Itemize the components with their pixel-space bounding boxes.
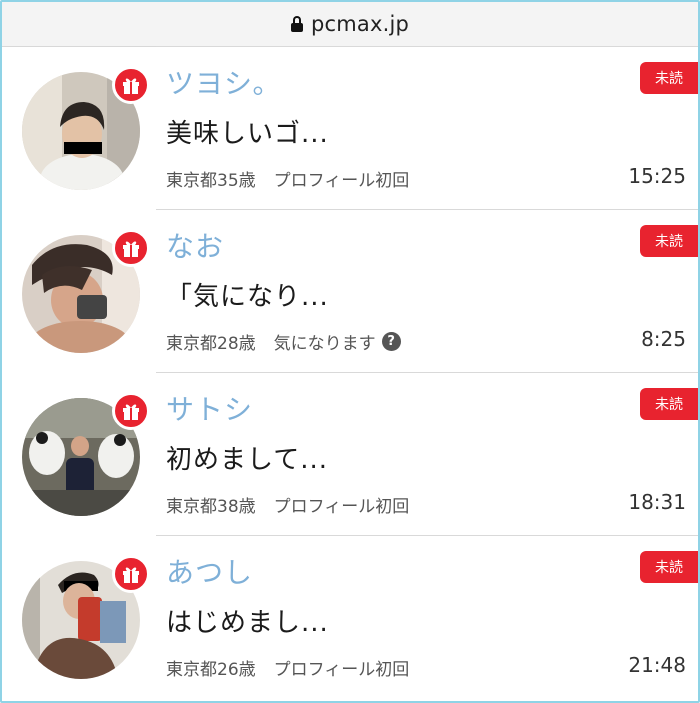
age-label: 26歳 [217, 660, 256, 680]
unread-badge: 未読 [640, 62, 698, 94]
location-label: 東京都 [166, 497, 217, 517]
age-label: 38歳 [217, 497, 256, 517]
gift-icon [112, 555, 150, 593]
note-label: プロフィール初回 [273, 497, 410, 517]
sender-meta: 東京都 38歳 プロフィール初回 [166, 492, 409, 517]
sender-name[interactable]: ツヨシ。 [166, 62, 281, 102]
age-label: 35歳 [217, 171, 256, 191]
message-preview: 美味しいゴ... [166, 119, 329, 149]
note-label: プロフィール初回 [273, 171, 410, 191]
question-circle-icon[interactable]: ? [381, 332, 401, 351]
timestamp: 8:25 [641, 327, 686, 351]
unread-badge: 未読 [640, 551, 698, 583]
message-preview: 初めまして... [166, 445, 329, 475]
gift-icon [112, 66, 150, 104]
row-divider [156, 372, 698, 373]
unread-badge: 未読 [640, 388, 698, 420]
gift-icon [112, 392, 150, 430]
timestamp: 18:31 [628, 490, 686, 514]
note-label: プロフィール初回 [273, 660, 410, 680]
sender-meta: 東京都 35歳 プロフィール初回 [166, 166, 409, 191]
sender-name[interactable]: なお [166, 225, 224, 265]
gift-icon [112, 229, 150, 267]
message-preview: 「気になり... [166, 282, 329, 312]
message-list: ツヨシ。 未読 美味しいゴ... 東京都 35歳 プロフィール初回 15:25 [2, 46, 698, 698]
message-row[interactable]: ツヨシ。 未読 美味しいゴ... 東京都 35歳 プロフィール初回 15:25 [2, 46, 698, 209]
location-label: 東京都 [166, 334, 217, 354]
unread-badge: 未読 [640, 225, 698, 257]
browser-address-bar[interactable]: pcmax.jp [2, 2, 698, 47]
message-row[interactable]: あつし 未読 はじめまし... 東京都 26歳 プロフィール初回 21:48 [2, 535, 698, 698]
location-label: 東京都 [166, 660, 217, 680]
row-divider [156, 46, 698, 47]
app-frame: pcmax.jp ツヨシ。 未読 美味しいゴ... 東京都 35歳 プロフィール… [0, 0, 700, 703]
row-divider [156, 535, 698, 536]
sender-name[interactable]: サトシ [166, 388, 253, 428]
age-label: 28歳 [217, 334, 256, 354]
timestamp: 15:25 [628, 164, 686, 188]
sender-meta: 東京都 26歳 プロフィール初回 [166, 655, 409, 680]
message-row[interactable]: なお 未読 「気になり... 東京都 28歳 気になります ? 8:25 [2, 209, 698, 372]
location-label: 東京都 [166, 171, 217, 191]
note-label: 気になります [273, 334, 376, 354]
row-divider [156, 209, 698, 210]
sender-meta: 東京都 28歳 気になります ? [166, 329, 401, 354]
lock-icon [290, 16, 303, 32]
sender-name[interactable]: あつし [166, 551, 253, 591]
message-row[interactable]: サトシ 未読 初めまして... 東京都 38歳 プロフィール初回 18:31 [2, 372, 698, 535]
message-preview: はじめまし... [166, 608, 329, 638]
url-text: pcmax.jp [310, 12, 410, 36]
timestamp: 21:48 [628, 653, 686, 677]
